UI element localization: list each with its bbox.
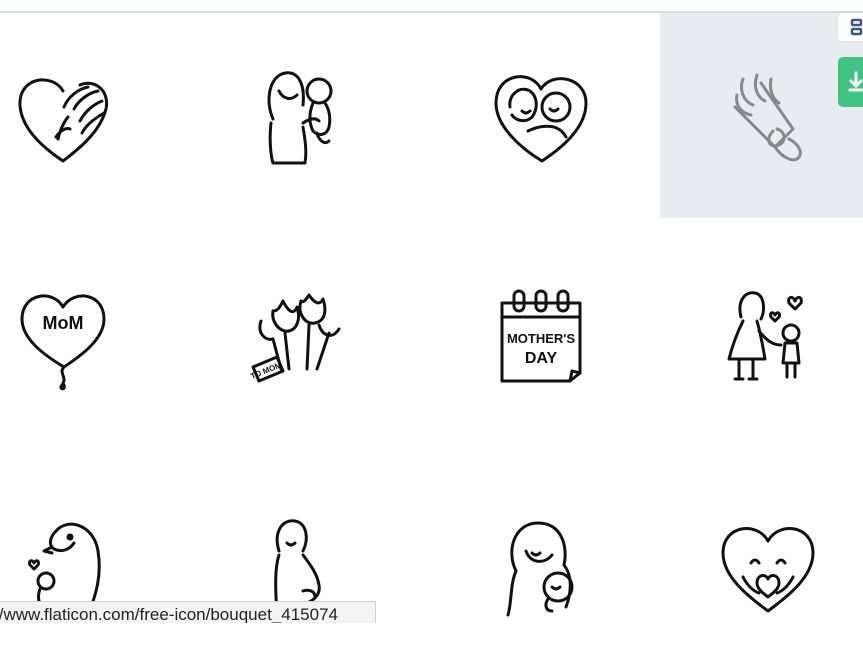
icon-cell-mothers-day-calendar[interactable]: MOTHER'S DAY xyxy=(433,233,649,438)
mother-holding-child-icon xyxy=(267,70,333,164)
icon-cell-mother-daughter-walking[interactable] xyxy=(660,233,863,438)
side-download-button[interactable] xyxy=(838,57,863,107)
calendar-text-line2: DAY xyxy=(525,350,558,367)
heart-hand-icon xyxy=(18,77,109,162)
mom-heart-balloon-icon: MoM xyxy=(20,294,106,390)
icon-cell-pregnant-mother[interactable] xyxy=(190,463,406,668)
download-icon xyxy=(848,71,863,92)
collection-icon xyxy=(850,18,863,36)
icon-cell-heart-hand[interactable] xyxy=(0,13,171,218)
status-url: //www.flaticon.com/free-icon/bouquet_415… xyxy=(0,605,338,623)
icon-cell-mom-heart-balloon[interactable]: MoM xyxy=(0,233,171,438)
icon-cell-mother-holding-child[interactable] xyxy=(190,13,406,218)
bouquet-icon xyxy=(733,73,802,161)
mother-daughter-walking-icon xyxy=(727,290,803,380)
tulips-tag-icon: TO MOM xyxy=(249,293,341,382)
icon-cell-bouquet[interactable] xyxy=(660,13,863,218)
mother-long-hair-baby-icon xyxy=(506,521,574,616)
heart-hug-icon xyxy=(721,526,815,612)
mom-heart-text: MoM xyxy=(43,313,84,333)
icon-grid: MoM TO MOM MOTHER'S DAY xyxy=(0,13,863,623)
calendar-text-line1: MOTHER'S xyxy=(507,331,575,346)
mother-baby-heart-icon xyxy=(494,74,588,162)
icon-cell-tulips-tag[interactable]: TO MOM xyxy=(190,233,406,438)
icon-cell-penguin-mother-chick[interactable] xyxy=(0,463,171,668)
icon-cell-mother-long-hair-baby[interactable] xyxy=(433,463,649,668)
icon-cell-heart-hug[interactable] xyxy=(660,463,863,668)
side-collection-button[interactable] xyxy=(838,13,863,41)
icon-cell-mother-baby-heart[interactable] xyxy=(433,13,649,218)
mothers-day-calendar-icon: MOTHER'S DAY xyxy=(500,289,582,382)
browser-status-bar: //www.flaticon.com/free-icon/bouquet_415… xyxy=(0,601,376,623)
